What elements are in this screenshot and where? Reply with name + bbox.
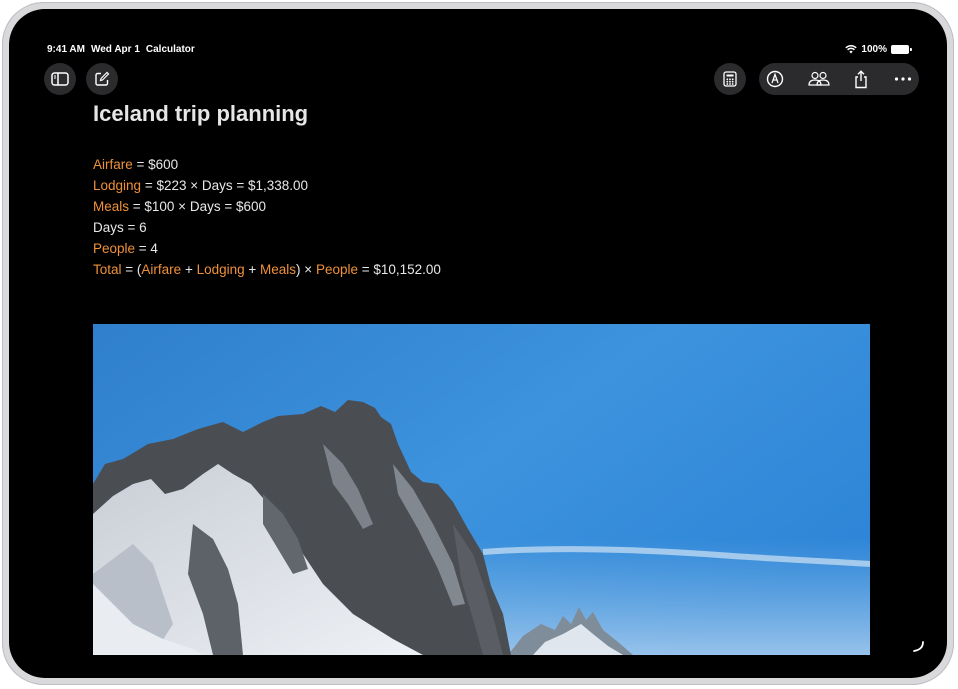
total-result: = $10,152.00 <box>357 262 441 277</box>
variable-meals: Meals <box>93 199 130 214</box>
total-times: ) × <box>296 262 316 277</box>
ipad-frame: 9:41 AM Wed Apr 1 Calculator 100% Icelan… <box>2 2 954 685</box>
variable-lodging: Lodging <box>93 178 142 193</box>
calculator-icon <box>723 71 737 87</box>
screen: 9:41 AM Wed Apr 1 Calculator 100% Icelan… <box>9 9 947 678</box>
variable-people: People <box>93 241 136 256</box>
note-title[interactable]: Iceland trip planning <box>93 101 308 127</box>
more-icon <box>894 77 912 81</box>
mountain-photo-illustration <box>93 324 870 655</box>
math-line-days[interactable]: Days = 6 <box>93 217 441 238</box>
status-time: 9:41 AM <box>47 44 85 55</box>
compose-button[interactable] <box>86 63 118 95</box>
markup-pen-icon <box>766 70 784 88</box>
sidebar-toggle-button[interactable] <box>44 63 76 95</box>
status-left: 9:41 AM Wed Apr 1 Calculator <box>47 44 195 55</box>
battery-icon <box>891 45 912 54</box>
expression-days: Days = 6 <box>93 220 147 235</box>
total-ref-lodging: Lodging <box>196 262 245 277</box>
calculator-button[interactable] <box>714 63 746 95</box>
total-plus-1: + <box>181 262 197 277</box>
collaborate-icon <box>808 71 830 86</box>
status-date: Wed Apr 1 <box>90 44 140 55</box>
expression-lodging: = $223 × Days = $1,338.00 <box>141 178 309 193</box>
math-line-airfare[interactable]: Airfare = $600 <box>93 154 441 175</box>
math-line-lodging[interactable]: Lodging = $223 × Days = $1,338.00 <box>93 175 441 196</box>
note-body[interactable]: Airfare = $600 Lodging = $223 × Days = $… <box>93 154 441 280</box>
total-ref-meals: Meals <box>260 262 297 277</box>
expression-airfare: = $600 <box>132 157 179 172</box>
math-line-people[interactable]: People = 4 <box>93 238 441 259</box>
toolbar-pill <box>759 63 919 95</box>
math-line-meals[interactable]: Meals = $100 × Days = $600 <box>93 196 441 217</box>
variable-airfare: Airfare <box>93 157 133 172</box>
share-button[interactable] <box>845 63 877 95</box>
markup-button[interactable] <box>759 63 791 95</box>
status-app: Calculator <box>145 44 195 55</box>
resize-handle-icon[interactable] <box>911 639 925 653</box>
wifi-icon <box>845 45 858 54</box>
expression-meals: = $100 × Days = $600 <box>129 199 266 214</box>
total-ref-people: People <box>315 262 358 277</box>
compose-icon <box>95 71 110 86</box>
share-icon <box>855 69 867 88</box>
expression-people: = 4 <box>135 241 158 256</box>
battery-percent: 100% <box>861 44 887 55</box>
status-bar: 9:41 AM Wed Apr 1 Calculator 100% <box>9 9 947 55</box>
total-eq-open: = ( <box>121 262 142 277</box>
math-line-total[interactable]: Total = (Airfare + Lodging + Meals) × Pe… <box>93 259 441 280</box>
total-ref-airfare: Airfare <box>141 262 182 277</box>
variable-total: Total <box>93 262 122 277</box>
sidebar-icon <box>51 72 69 86</box>
mountain-photo[interactable] <box>93 324 870 655</box>
collaborate-button[interactable] <box>803 63 835 95</box>
more-button[interactable] <box>887 63 919 95</box>
total-plus-2: + <box>244 262 261 277</box>
status-right: 100% <box>845 44 912 55</box>
